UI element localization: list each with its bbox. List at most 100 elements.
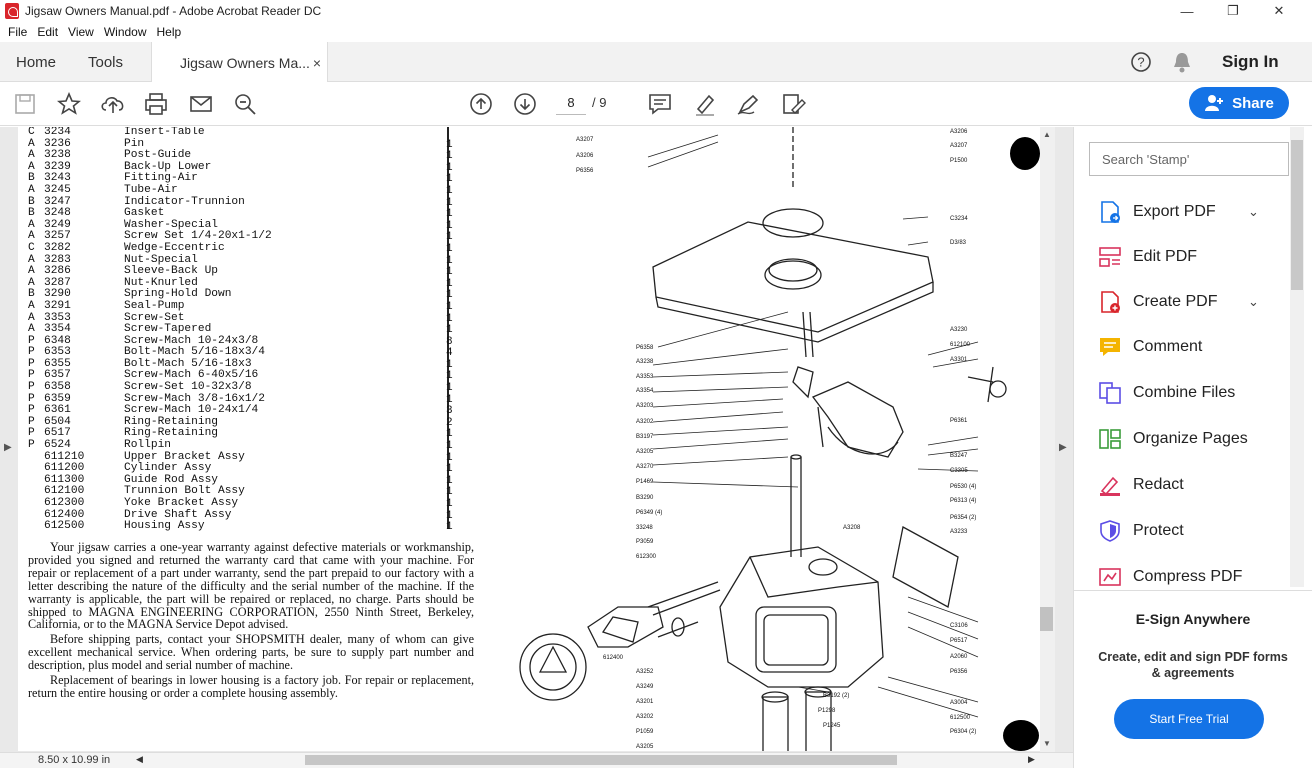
search-zoom-icon[interactable] [231,90,259,118]
part-group: C [28,127,35,138]
diagram-label: A3206 [950,129,968,135]
part-description: Rollpin [124,439,171,452]
menu-edit[interactable]: Edit [37,25,58,39]
part-description: Sleeve-Back Up [124,265,218,278]
minimize-button[interactable]: — [1164,0,1210,22]
close-window-button[interactable]: ✕ [1256,0,1302,22]
tool-export-pdf[interactable]: Export PDF ⌄ [1098,194,1259,230]
diagram-label: P3059 [636,539,654,545]
tool-edit-pdf[interactable]: Edit PDF [1098,239,1197,275]
chevron-down-icon[interactable]: ⌄ [1248,294,1259,310]
next-page-icon[interactable] [511,90,539,118]
diagram-label: P1500 [950,158,968,164]
tool-label: Redact [1133,476,1184,493]
part-number: 3234 [44,127,71,138]
diagram-label: P1298 [818,708,836,714]
organize-pages-icon [1098,427,1122,451]
tab-home[interactable]: Home [16,42,56,82]
menu-window[interactable]: Window [104,25,147,39]
collapse-right-panel-icon[interactable]: ▶ [1059,442,1067,453]
document-vertical-scrollbar[interactable] [1040,127,1055,752]
fill-sign-icon[interactable] [779,90,807,118]
menu-help[interactable]: Help [157,25,182,39]
bookmark-star-icon[interactable] [55,90,83,118]
tool-search-input[interactable]: Search 'Stamp' [1089,142,1289,176]
share-button[interactable]: Share [1189,87,1289,119]
part-number: 3245 [44,183,71,196]
part-description: Screw-Set 10-32x3/8 [124,381,252,394]
part-number: 6524 [44,439,71,452]
part-quantity: 1 [446,474,453,487]
part-quantity [446,127,453,139]
combine-files-icon [1098,381,1122,405]
part-description: Post-Guide [124,149,192,162]
previous-page-icon[interactable] [467,90,495,118]
chevron-down-icon[interactable]: ⌄ [1248,204,1259,220]
page-total: / 9 [592,95,607,110]
tab-document[interactable]: Jigsaw Owners Ma... × [151,42,328,83]
scroll-up-icon[interactable]: ▲ [1043,130,1051,139]
part-description: Nut-Knurled [124,276,198,289]
tool-organize-pages[interactable]: Organize Pages [1098,421,1248,457]
part-description: Screw-Mach 10-24x1/4 [124,404,259,417]
tool-protect[interactable]: Protect [1098,513,1184,549]
save-icon[interactable] [11,90,39,118]
part-quantity: 1 [446,463,453,476]
part-quantity: 1 [446,277,453,290]
scroll-right-icon[interactable]: ▶ [1028,754,1035,765]
page-number-input[interactable]: 8 [556,91,586,115]
start-free-trial-button[interactable]: Start Free Trial [1114,699,1264,739]
part-description: Upper Bracket Assy [124,450,245,463]
diagram-label: P6361 [950,418,968,424]
collapse-left-panel-icon[interactable]: ▶ [4,442,12,453]
diagram-label: 33248 [636,525,653,531]
parts-list-row: 612500 Housing Assy [28,520,272,533]
diagram-label: A3202 [636,714,654,720]
maximize-button[interactable]: ❐ [1210,0,1256,22]
part-quantity: 1 [446,521,453,534]
diagram-label: A3230 [950,327,968,333]
part-quantity: 1 [446,184,453,197]
comment-icon[interactable] [646,90,674,118]
parts-list-row: C 3234 Insert-Table [28,127,272,139]
sign-pen-icon[interactable] [735,90,763,118]
horizontal-scroll-thumb[interactable] [305,755,897,765]
document-scroll-thumb[interactable] [1040,607,1053,631]
notifications-bell-icon[interactable] [1172,51,1192,73]
part-description: Nut-Special [124,253,198,266]
part-description: Fitting-Air [124,172,198,185]
scroll-left-icon[interactable]: ◀ [136,754,143,765]
pdf-page: C 3234 Insert-Table A 3236 Pin A 3238 Post-Guide… [18,127,1040,751]
quantity-column: 1111111111111111184111132111111111 [446,127,453,534]
part-quantity: 1 [446,208,453,221]
part-quantity: 4 [446,347,453,360]
part-quantity: 1 [446,242,453,255]
page-size-readout: 8.50 x 10.99 in [38,754,111,766]
warranty-paragraph: Your jigsaw carries a one-year warranty … [28,540,474,632]
export-pdf-icon [1098,200,1122,224]
tool-label: Protect [1133,522,1184,539]
menu-view[interactable]: View [68,25,94,39]
tab-tools[interactable]: Tools [88,42,123,82]
close-tab-icon[interactable]: × [313,55,321,71]
part-number: 3282 [44,241,71,254]
sign-in-button[interactable]: Sign In [1222,52,1279,72]
tool-create-pdf[interactable]: Create PDF ⌄ [1098,284,1259,320]
scroll-down-icon[interactable]: ▼ [1043,739,1051,748]
diagram-label: C3106 [950,623,968,629]
part-description: Ring-Retaining [124,415,218,428]
tool-label: Edit PDF [1133,248,1198,265]
tool-redact[interactable]: Redact [1098,467,1184,503]
upload-cloud-icon[interactable] [99,90,127,118]
part-group: A [28,323,35,336]
part-quantity: 1 [446,266,453,279]
help-icon[interactable]: ? [1130,51,1152,73]
print-icon[interactable] [142,90,170,118]
highlight-pen-icon[interactable] [691,90,719,118]
tool-comment[interactable]: Comment [1098,329,1202,365]
menu-file[interactable]: File [8,25,27,39]
tool-combine-files[interactable]: Combine Files [1098,375,1235,411]
part-description: Screw-Set [124,311,185,324]
email-icon[interactable] [187,90,215,118]
tools-panel-scroll-thumb[interactable] [1291,140,1303,290]
